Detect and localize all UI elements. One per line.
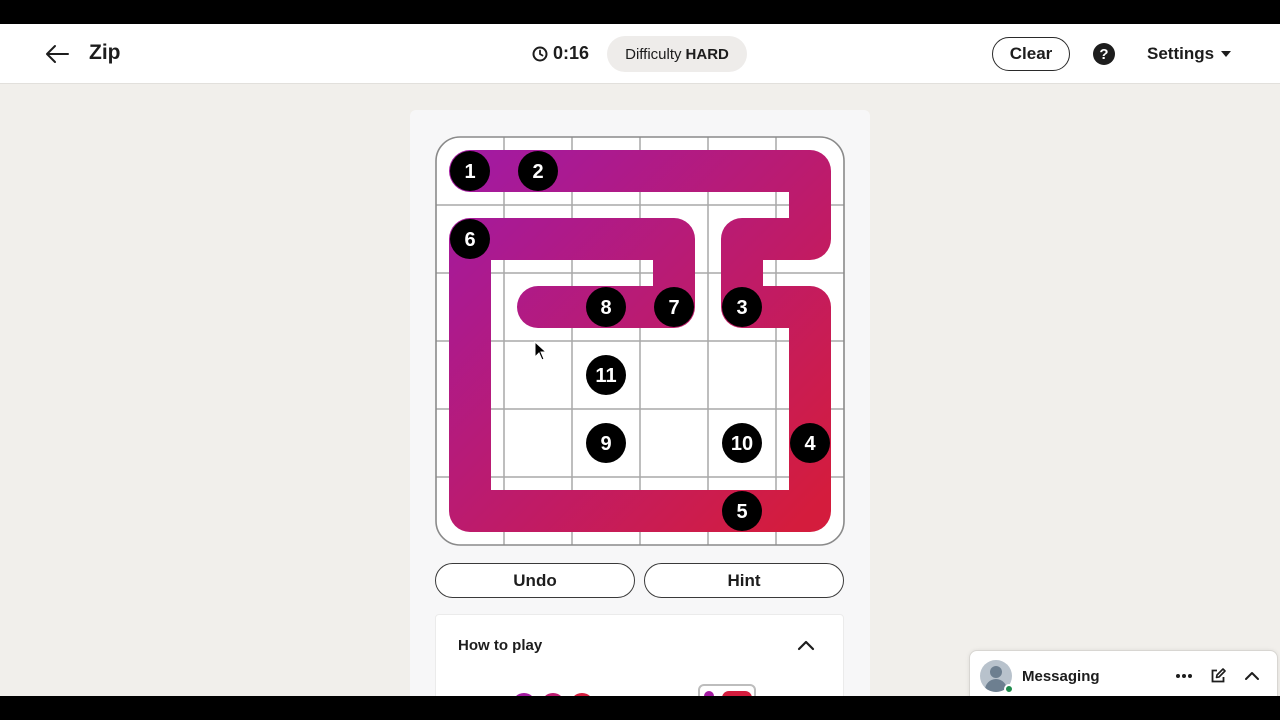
timer: 0:16 [532, 43, 589, 64]
number-label: 6 [464, 229, 475, 251]
example-dots [512, 693, 599, 696]
timer-value: 0:16 [553, 43, 590, 63]
puzzle-board[interactable]: 1 2 3 4 5 6 7 8 9 10 11 [435, 136, 845, 546]
example-dot [512, 693, 536, 696]
messaging-label: Messaging [1022, 668, 1100, 685]
clear-button[interactable]: Clear [992, 37, 1070, 71]
settings-label: Settings [1147, 44, 1215, 63]
chevron-up-icon[interactable] [797, 639, 815, 651]
number-label: 1 [464, 161, 475, 183]
number-label: 8 [600, 297, 611, 319]
example-path-segment [704, 691, 714, 696]
example-dot [541, 693, 565, 696]
caret-down-icon [1221, 51, 1232, 57]
clock-icon [532, 46, 548, 61]
chevron-up-icon[interactable] [1241, 665, 1263, 687]
how-to-play-title: How to play [458, 637, 543, 654]
avatar-head [990, 666, 1002, 678]
example-dot [570, 693, 594, 696]
top-bar: Zip 0:16 Difficulty HARD Clear ? Setting… [0, 24, 1280, 84]
chevron-up-glyph [1245, 672, 1259, 680]
difficulty-value: HARD [685, 45, 729, 63]
board-canvas[interactable]: 1 2 3 4 5 6 7 8 9 10 11 [435, 136, 845, 546]
number-label: 5 [736, 501, 747, 523]
number-label: 2 [532, 161, 543, 183]
number-label: 9 [600, 433, 611, 455]
hint-button[interactable]: Hint [644, 563, 844, 598]
undo-button[interactable]: Undo [435, 563, 635, 598]
game-viewport: Zip 0:16 Difficulty HARD Clear ? Setting… [0, 24, 1280, 696]
number-label: 11 [595, 365, 616, 387]
app-title: Zip [89, 41, 121, 64]
question-circle-icon[interactable]: ? [1093, 43, 1115, 65]
example-path-segment [722, 691, 752, 696]
number-label: 7 [668, 297, 679, 319]
difficulty-badge: Difficulty HARD [607, 36, 747, 72]
compose-glyph [1211, 668, 1226, 683]
difficulty-label: Difficulty [625, 45, 682, 63]
how-to-play-section: How to play [435, 614, 844, 696]
example-grid [698, 684, 756, 696]
back-button[interactable] [40, 38, 74, 70]
ellipsis-glyph [1176, 674, 1192, 678]
number-label: 3 [736, 297, 747, 319]
online-status-indicator [1004, 684, 1014, 694]
messaging-widget[interactable]: Messaging [969, 650, 1278, 696]
number-label: 10 [731, 433, 753, 455]
ellipsis-icon[interactable] [1173, 665, 1195, 687]
compose-icon[interactable] [1207, 665, 1229, 687]
arrow-left-icon [46, 45, 69, 63]
number-label: 4 [804, 433, 816, 455]
settings-menu[interactable]: Settings [1147, 44, 1232, 64]
